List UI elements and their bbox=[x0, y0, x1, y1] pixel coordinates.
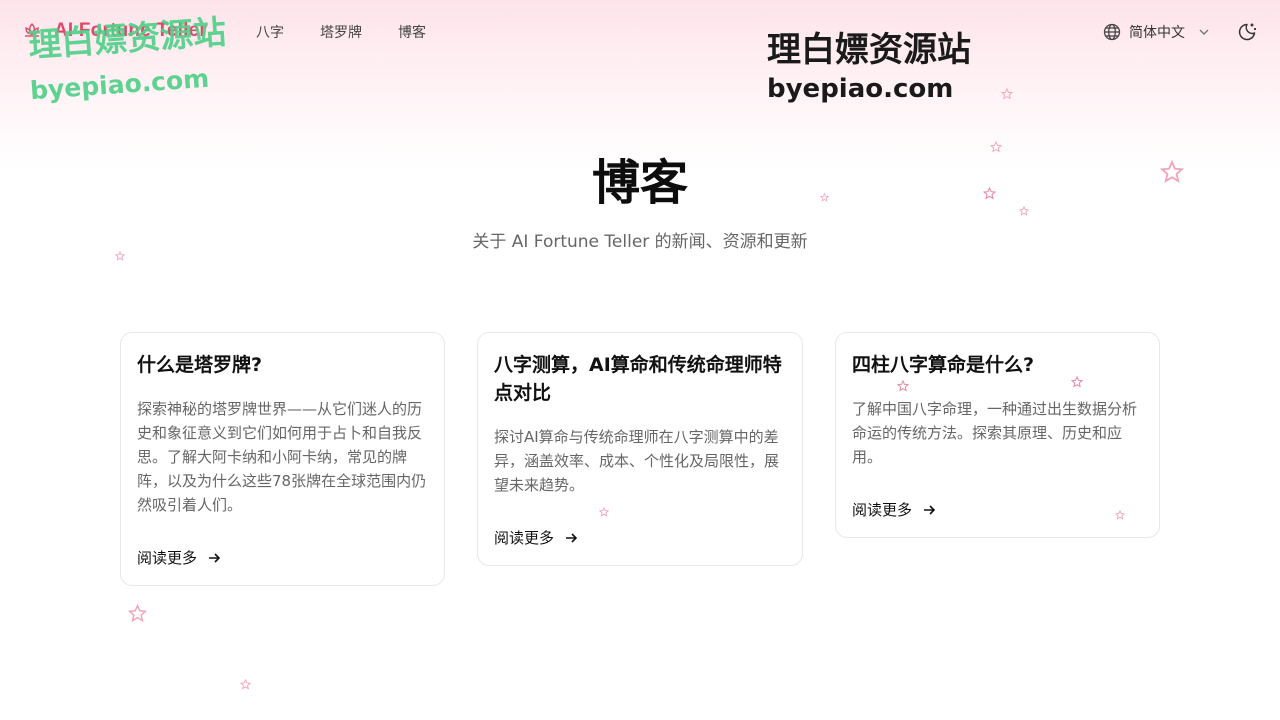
nav-item-tarot[interactable]: 塔罗牌 bbox=[320, 22, 362, 42]
star-icon bbox=[128, 604, 147, 623]
main-nav: 八字 塔罗牌 博客 bbox=[256, 22, 426, 42]
card-excerpt: 探讨AI算命与传统命理师在八字测算中的差异，涵盖效率、成本、个性化及局限性，展望… bbox=[494, 428, 780, 494]
arrow-right-icon bbox=[209, 552, 221, 563]
star-icon bbox=[115, 251, 125, 261]
read-more-link[interactable]: 阅读更多 bbox=[852, 499, 936, 520]
star-icon bbox=[1019, 206, 1029, 216]
star-icon bbox=[983, 187, 996, 200]
card-excerpt: 探索神秘的塔罗牌世界——从它们迷人的历史和象征意义到它们如何用于占卜和自我反思。… bbox=[137, 400, 427, 514]
watermark-left-domain: byepiao.com bbox=[29, 63, 210, 106]
read-more-label: 阅读更多 bbox=[852, 501, 913, 519]
page-title: 博客 bbox=[591, 155, 688, 211]
card-excerpt: 了解中国八字命理，一种通过出生数据分析命运的传统方法。探索其原理、历史和应用。 bbox=[852, 400, 1138, 466]
read-more-label: 阅读更多 bbox=[494, 529, 555, 547]
site-header: AI Fortune Teller 八字 塔罗牌 博客 简体中文 bbox=[0, 0, 1280, 64]
card-title[interactable]: 什么是塔罗牌? bbox=[137, 351, 428, 379]
star-icon bbox=[240, 679, 251, 690]
nav-item-blog[interactable]: 博客 bbox=[398, 22, 426, 42]
star-icon bbox=[1160, 160, 1184, 183]
read-more-link[interactable]: 阅读更多 bbox=[137, 547, 221, 568]
arrow-right-icon bbox=[924, 504, 936, 515]
read-more-label: 阅读更多 bbox=[137, 549, 198, 567]
star-icon bbox=[1001, 88, 1013, 100]
arrow-right-icon bbox=[566, 532, 578, 543]
page: AI Fortune Teller 八字 塔罗牌 博客 简体中文 理白嫖资源站 … bbox=[0, 0, 1280, 720]
star-icon bbox=[1115, 510, 1125, 520]
page-subtitle: 关于 AI Fortune Teller 的新闻、资源和更新 bbox=[472, 232, 808, 252]
read-more-link[interactable]: 阅读更多 bbox=[494, 527, 578, 548]
language-label: 简体中文 bbox=[1129, 25, 1185, 41]
moon-stars-icon[interactable] bbox=[1236, 21, 1258, 43]
chevron-down-icon bbox=[1199, 29, 1209, 35]
blog-card[interactable]: 四柱八字算命是什么? 了解中国八字命理，一种通过出生数据分析命运的传统方法。探索… bbox=[835, 332, 1160, 538]
star-icon bbox=[897, 380, 909, 392]
watermark-right-domain: byepiao.com bbox=[767, 74, 954, 104]
globe-icon bbox=[1103, 23, 1121, 41]
star-icon bbox=[599, 507, 609, 517]
language-selector[interactable]: 简体中文 bbox=[1103, 22, 1211, 42]
lotus-icon bbox=[25, 23, 39, 37]
card-title[interactable]: 四柱八字算命是什么? bbox=[852, 351, 1143, 379]
blog-card[interactable]: 什么是塔罗牌? 探索神秘的塔罗牌世界——从它们迷人的历史和象征意义到它们如何用于… bbox=[120, 332, 445, 586]
star-icon bbox=[1071, 376, 1083, 388]
nav-item-bazi[interactable]: 八字 bbox=[256, 22, 284, 42]
star-icon bbox=[820, 193, 829, 202]
star-icon bbox=[990, 141, 1002, 153]
card-title[interactable]: 八字测算，AI算命和传统命理师特点对比 bbox=[494, 351, 786, 407]
blog-card[interactable]: 八字测算，AI算命和传统命理师特点对比 探讨AI算命与传统命理师在八字测算中的差… bbox=[477, 332, 803, 566]
logo-link[interactable]: AI Fortune Teller bbox=[22, 20, 207, 42]
logo-text: AI Fortune Teller bbox=[54, 20, 207, 41]
